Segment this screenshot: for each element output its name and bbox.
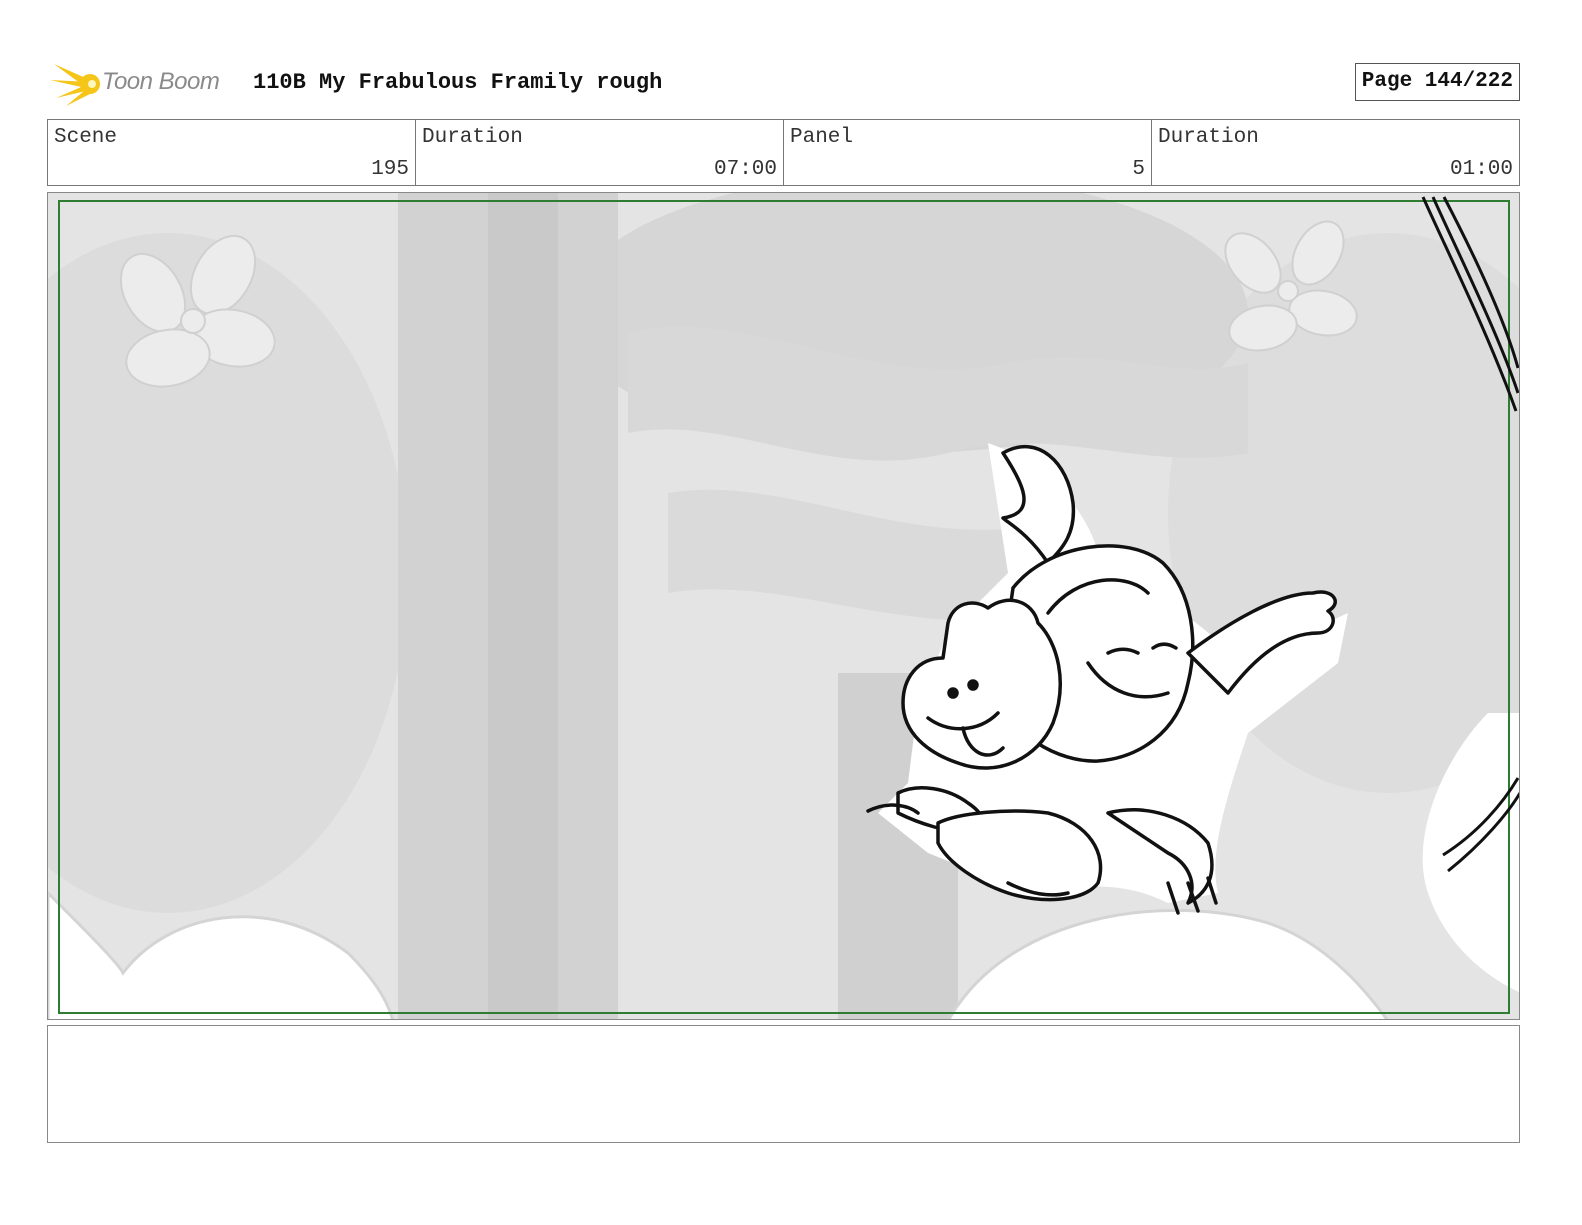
- scene-info-table: Scene 195 Duration 07:00 Panel 5 Duratio…: [47, 119, 1520, 186]
- scene-duration-value: 07:00: [713, 158, 777, 181]
- panel-label: Panel: [790, 126, 854, 149]
- toon-boom-logo: Toon Boom: [50, 56, 240, 108]
- panel-value: 5: [1132, 158, 1145, 181]
- scene-value: 195: [371, 158, 409, 181]
- panel-duration-value: 01:00: [1449, 158, 1513, 181]
- scene-duration-label: Duration: [422, 126, 523, 149]
- sunburst-icon: [50, 64, 100, 106]
- storyboard-title: 110B My Frabulous Framily rough: [253, 70, 663, 95]
- page-indicator: Page 144/222: [1354, 63, 1520, 101]
- scene-label: Scene: [54, 126, 118, 149]
- header: Toon Boom 110B My Frabulous Framily roug…: [50, 56, 1520, 108]
- scene-cell: Scene 195: [48, 120, 416, 185]
- panel-drawing: [48, 193, 1519, 1019]
- scene-duration-cell: Duration 07:00: [416, 120, 784, 185]
- logo-text: Toon Boom: [102, 68, 220, 95]
- panel-cell: Panel 5: [784, 120, 1152, 185]
- panel-duration-cell: Duration 01:00: [1152, 120, 1519, 185]
- storyboard-panel-image: [47, 192, 1520, 1020]
- panel-duration-label: Duration: [1158, 126, 1259, 149]
- panel-notes-box: [47, 1025, 1520, 1143]
